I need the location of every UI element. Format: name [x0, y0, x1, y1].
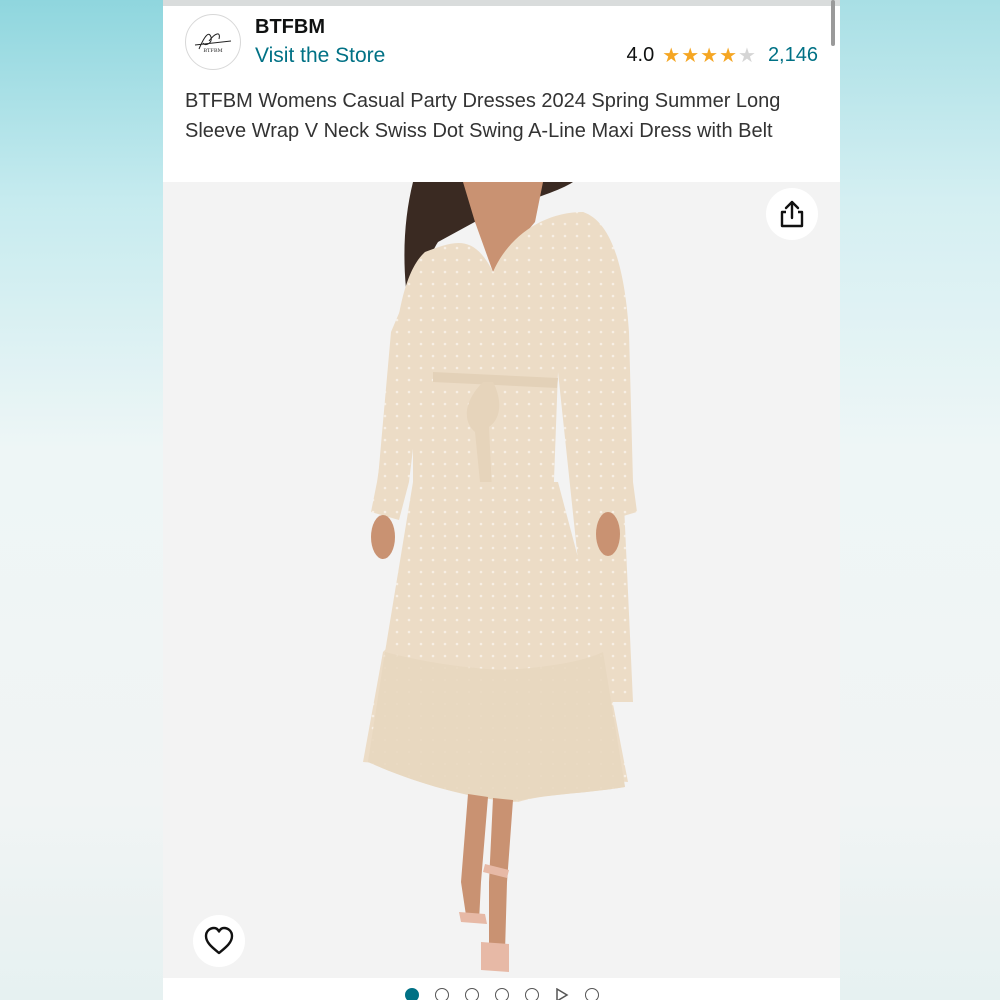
rating-summary[interactable]: 4.0 ★ ★ ★ ★ ★ 2,146 [626, 44, 818, 67]
gallery-dot[interactable] [464, 988, 479, 1000]
review-count-link[interactable]: 2,146 [768, 44, 818, 67]
top-edge [163, 0, 840, 6]
heart-icon [204, 926, 234, 955]
brand-logo-mark: BTFBM [194, 33, 232, 54]
product-image-gallery[interactable] [163, 182, 840, 978]
product-image [363, 182, 637, 972]
star-icon: ★ [738, 44, 756, 67]
rating-value: 4.0 [626, 44, 655, 66]
gallery-dot[interactable] [584, 988, 599, 1000]
brand-logo[interactable]: BTFBM [185, 14, 241, 70]
gallery-dot[interactable] [494, 988, 509, 1000]
brand-name[interactable]: BTFBM [255, 16, 325, 39]
rating-stars: ★ ★ ★ ★ ★ [662, 46, 756, 66]
play-icon[interactable] [555, 988, 569, 1000]
product-title: BTFBM Womens Casual Party Dresses 2024 S… [185, 90, 781, 142]
star-icon: ★ [681, 44, 700, 67]
background-left [0, 0, 163, 1000]
gallery-dot[interactable] [434, 988, 449, 1000]
svg-text:BTFBM: BTFBM [203, 48, 222, 54]
share-button[interactable] [766, 188, 818, 240]
gallery-pagination [163, 978, 840, 1000]
star-icon: ★ [719, 44, 737, 67]
scrollbar[interactable] [831, 0, 835, 46]
visit-store-link[interactable]: Visit the Store [255, 44, 385, 68]
gallery-dot[interactable] [404, 988, 419, 1000]
gallery-dot[interactable] [524, 988, 539, 1000]
brand-row: BTFBM BTFBM Visit the Store 4.0 ★ ★ ★ ★ ★ 2,… [185, 14, 818, 76]
background-right [840, 0, 1000, 1000]
share-icon [780, 200, 804, 228]
star-icon: ★ [662, 44, 681, 67]
product-page: BTFBM BTFBM Visit the Store 4.0 ★ ★ ★ ★ ★ 2,… [163, 0, 840, 1000]
star-icon: ★ [700, 44, 719, 67]
wishlist-button[interactable] [193, 915, 245, 967]
